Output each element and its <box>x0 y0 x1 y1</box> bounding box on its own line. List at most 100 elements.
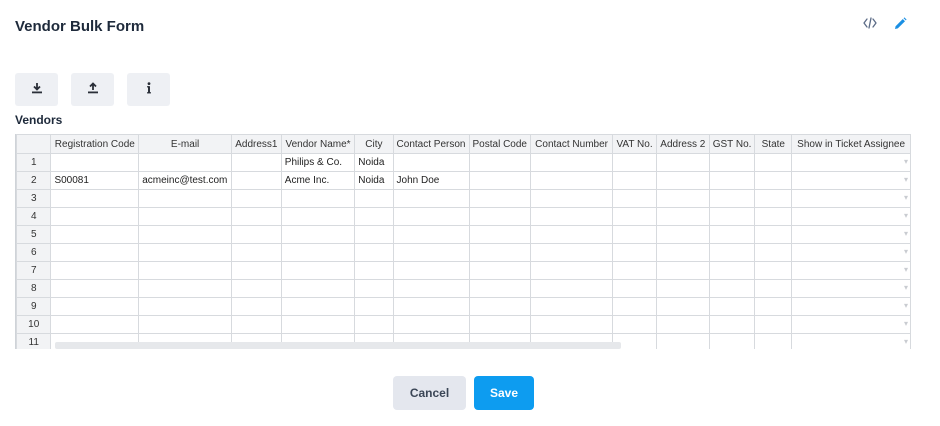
grid-cell[interactable] <box>138 189 232 208</box>
grid-cell[interactable] <box>392 189 470 208</box>
grid-cell[interactable] <box>754 315 793 334</box>
grid-cell[interactable] <box>354 261 394 280</box>
grid-cell[interactable] <box>392 315 470 334</box>
column-header[interactable]: Vendor Name* <box>280 134 356 154</box>
grid-cell[interactable] <box>280 243 356 262</box>
grid-cell[interactable] <box>791 279 911 298</box>
row-number[interactable]: 4 <box>16 207 52 226</box>
grid-cell[interactable] <box>612 297 657 316</box>
column-header[interactable]: State <box>754 134 793 154</box>
grid-cell[interactable] <box>529 171 614 190</box>
grid-cell[interactable] <box>529 315 614 334</box>
grid-cell[interactable] <box>708 243 756 262</box>
column-header[interactable]: Postal Code <box>468 134 531 154</box>
grid-cell[interactable] <box>468 171 531 190</box>
grid-cell[interactable] <box>468 225 531 244</box>
grid-cell[interactable] <box>392 207 470 226</box>
grid-cell[interactable] <box>655 189 710 208</box>
grid-cell[interactable] <box>354 243 394 262</box>
row-number[interactable]: 6 <box>16 243 52 262</box>
grid-cell[interactable] <box>708 225 756 244</box>
grid-cell[interactable] <box>612 315 657 334</box>
grid-cell[interactable] <box>655 243 710 262</box>
grid-cell[interactable] <box>529 153 614 172</box>
grid-cell[interactable] <box>392 261 470 280</box>
grid-cell[interactable]: Philips & Co. <box>280 153 356 172</box>
grid-cell[interactable] <box>138 279 232 298</box>
row-number[interactable]: 7 <box>16 261 52 280</box>
column-header[interactable]: GST No. <box>708 134 756 154</box>
info-button[interactable] <box>127 73 170 106</box>
grid-cell[interactable] <box>612 207 657 226</box>
grid-cell[interactable] <box>655 261 710 280</box>
grid-cell[interactable] <box>468 189 531 208</box>
row-number[interactable]: 8 <box>16 279 52 298</box>
column-header[interactable]: Address 2 <box>655 134 710 154</box>
grid-cell[interactable]: Noida <box>354 171 394 190</box>
grid-cell[interactable] <box>230 243 282 262</box>
grid-cell[interactable] <box>280 297 356 316</box>
grid-cell[interactable] <box>280 315 356 334</box>
save-button[interactable]: Save <box>474 376 534 410</box>
grid-cell[interactable] <box>791 189 911 208</box>
grid-cell[interactable] <box>280 279 356 298</box>
grid-cell[interactable]: S00081 <box>50 171 140 190</box>
grid-cell[interactable] <box>138 297 232 316</box>
grid-cell[interactable] <box>529 243 614 262</box>
grid-cell[interactable] <box>392 279 470 298</box>
grid-cell[interactable] <box>612 261 657 280</box>
grid-cell[interactable] <box>354 207 394 226</box>
code-icon[interactable] <box>862 15 878 31</box>
grid-cell[interactable] <box>754 279 793 298</box>
grid-cell[interactable] <box>50 315 140 334</box>
grid-cell[interactable] <box>529 297 614 316</box>
grid-cell[interactable] <box>468 207 531 226</box>
grid-cell[interactable] <box>468 297 531 316</box>
grid-cell[interactable] <box>138 261 232 280</box>
grid-cell[interactable] <box>230 279 282 298</box>
grid-cell[interactable] <box>529 207 614 226</box>
grid-cell[interactable] <box>791 171 911 190</box>
grid-cell[interactable] <box>708 279 756 298</box>
grid-cell[interactable] <box>791 333 911 349</box>
cancel-button[interactable]: Cancel <box>393 376 466 410</box>
row-number[interactable]: 10 <box>16 315 52 334</box>
grid-cell[interactable] <box>791 207 911 226</box>
grid-cell[interactable] <box>708 189 756 208</box>
column-header[interactable]: VAT No. <box>612 134 657 154</box>
grid-cell[interactable]: acmeinc@test.com <box>138 171 232 190</box>
grid-cell[interactable] <box>280 207 356 226</box>
grid-cell[interactable] <box>138 207 232 226</box>
grid-cell[interactable] <box>708 153 756 172</box>
row-number[interactable]: 1 <box>16 153 52 172</box>
grid-cell[interactable] <box>612 189 657 208</box>
grid-cell[interactable] <box>754 207 793 226</box>
grid-cell[interactable] <box>354 297 394 316</box>
grid-cell[interactable] <box>138 243 232 262</box>
grid-cell[interactable] <box>392 297 470 316</box>
grid-cell[interactable] <box>612 279 657 298</box>
grid-cell[interactable] <box>791 153 911 172</box>
grid-cell[interactable]: John Doe <box>392 171 470 190</box>
grid-cell[interactable] <box>50 225 140 244</box>
grid-cell[interactable] <box>280 261 356 280</box>
grid-cell[interactable] <box>708 171 756 190</box>
grid-cell[interactable] <box>791 225 911 244</box>
row-number[interactable]: 2 <box>16 171 52 190</box>
grid-cell[interactable] <box>791 297 911 316</box>
grid-cell[interactable] <box>655 279 710 298</box>
column-header[interactable]: Address1 <box>230 134 282 154</box>
grid-cell[interactable] <box>754 225 793 244</box>
grid-cell[interactable] <box>754 189 793 208</box>
grid-cell[interactable] <box>529 261 614 280</box>
column-header[interactable]: Contact Number <box>529 134 614 154</box>
grid-cell[interactable] <box>708 207 756 226</box>
grid-cell[interactable] <box>655 297 710 316</box>
grid-cell[interactable] <box>50 153 140 172</box>
grid-cell[interactable] <box>468 261 531 280</box>
grid-cell[interactable] <box>50 207 140 226</box>
grid-cell[interactable] <box>50 261 140 280</box>
grid-cell[interactable] <box>655 315 710 334</box>
column-header[interactable]: Show in Ticket Assignee <box>791 134 911 154</box>
grid-cell[interactable] <box>468 279 531 298</box>
